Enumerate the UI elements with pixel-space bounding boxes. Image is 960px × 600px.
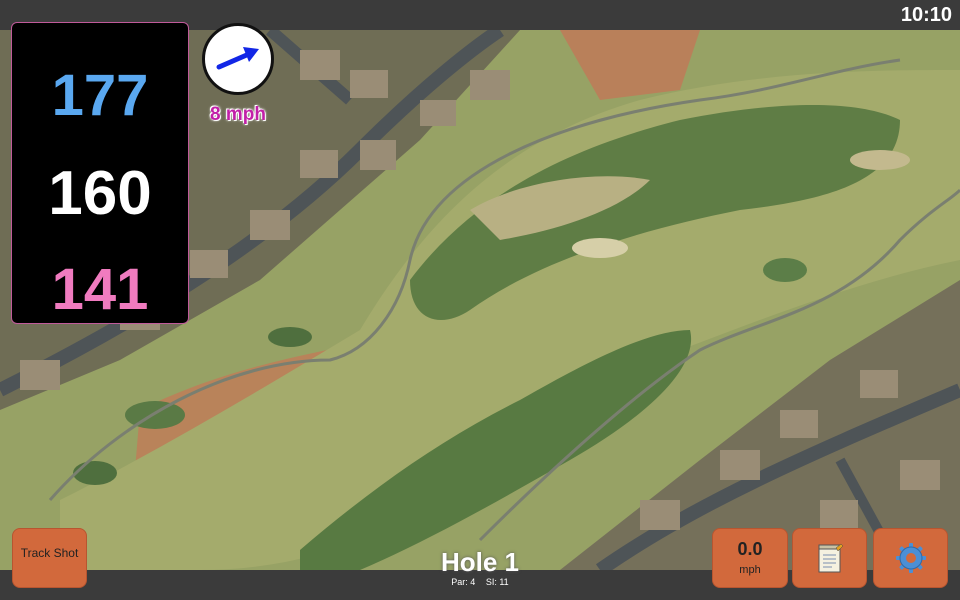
- hole-meta: Par: 4 SI: 11: [380, 577, 580, 587]
- wind-compass: [202, 23, 274, 95]
- track-shot-button[interactable]: Track Shot: [12, 528, 87, 588]
- settings-button[interactable]: [873, 528, 948, 588]
- distance-middle: 160: [48, 159, 152, 228]
- wind-speed: 8 mph: [210, 104, 266, 125]
- wind-direction-arrow-icon: [216, 47, 259, 70]
- notes-button[interactable]: [792, 528, 867, 588]
- speed-button[interactable]: 0.0 mph: [712, 528, 788, 588]
- speed-value: 0.0: [737, 539, 763, 559]
- gear-icon: [895, 543, 926, 573]
- hole-par: Par: 4: [451, 577, 476, 587]
- hole-stroke-index: SI: 11: [485, 577, 509, 587]
- distance-panel: 177 160 141: [11, 22, 189, 324]
- distance-back: 177: [51, 63, 149, 128]
- track-shot-label: Track Shot: [20, 546, 79, 560]
- distance-front: 141: [51, 257, 149, 322]
- clock: 10:10: [900, 4, 952, 26]
- hole-title: Hole 1: [440, 547, 520, 577]
- speed-unit: mph: [739, 564, 761, 576]
- notepad-icon: [818, 543, 843, 573]
